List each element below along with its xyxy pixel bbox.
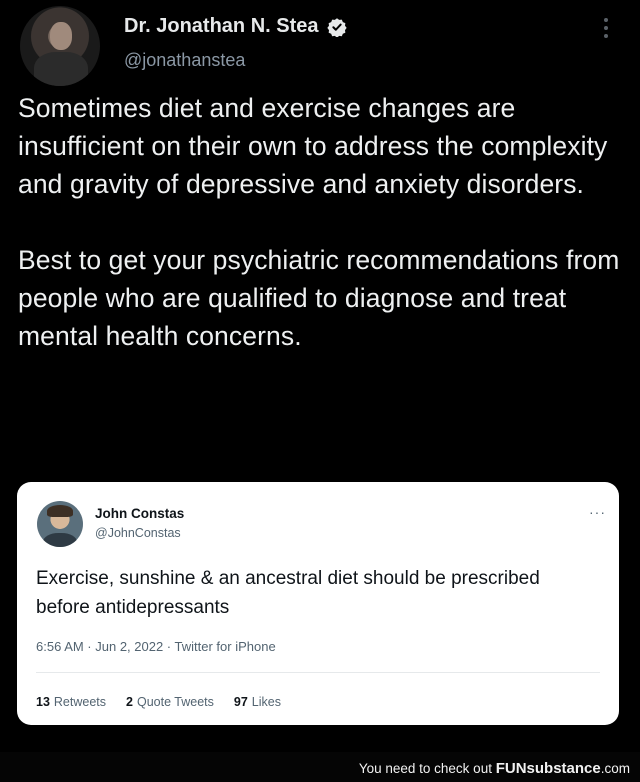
- tweet-paragraph-2: Best to get your psychiatric recommendat…: [18, 245, 620, 351]
- likes-label: Likes: [251, 695, 281, 709]
- author-name-row: Dr. Jonathan N. Stea: [124, 15, 347, 38]
- verified-badge-icon: [326, 17, 347, 37]
- likes-count: 97: [233, 695, 248, 709]
- watermark-brand: FUNsubstance: [495, 760, 601, 777]
- author-avatar[interactable]: [20, 6, 100, 86]
- watermark-prefix: You need to check out: [358, 761, 496, 776]
- quoted-author-handle[interactable]: @JohnConstas: [95, 526, 181, 540]
- quoted-more-icon[interactable]: ···: [589, 504, 606, 520]
- retweets-count: 13: [36, 695, 50, 709]
- tweet-card: Dr. Jonathan N. Stea @jonathanstea Somet…: [0, 0, 640, 752]
- more-options-icon[interactable]: [596, 14, 616, 42]
- quoted-author-avatar[interactable]: [37, 501, 83, 547]
- tweet-paragraph-1: Sometimes diet and exercise changes are …: [18, 93, 608, 199]
- quoted-timestamp[interactable]: 6:56 AM · Jun 2, 2022 · Twitter for iPho…: [36, 639, 276, 654]
- watermark: You need to check out FUNsubstance.com: [359, 760, 630, 777]
- quote-tweets-label: Quote Tweets: [136, 695, 214, 709]
- quoted-tweet[interactable]: John Constas @JohnConstas ··· Exercise, …: [17, 482, 619, 725]
- tweet-text: Sometimes diet and exercise changes are …: [18, 89, 628, 355]
- quote-tweets-stat[interactable]: 2 Quote Tweets: [126, 695, 214, 709]
- author-handle[interactable]: @jonathanstea: [124, 50, 245, 71]
- retweets-stat[interactable]: 13 Retweets: [36, 695, 106, 709]
- watermark-suffix: .com: [600, 761, 630, 776]
- divider: [36, 672, 600, 673]
- engagement-stats: 13 Retweets 2 Quote Tweets 97 Likes: [36, 695, 301, 709]
- author-display-name[interactable]: Dr. Jonathan N. Stea: [124, 15, 319, 38]
- likes-stat[interactable]: 97 Likes: [234, 695, 281, 709]
- retweets-label: Retweets: [53, 695, 107, 709]
- quoted-tweet-text: Exercise, sunshine & an ancestral diet s…: [36, 568, 540, 618]
- quote-tweets-count: 2: [126, 695, 133, 709]
- quoted-author-name[interactable]: John Constas: [95, 506, 184, 521]
